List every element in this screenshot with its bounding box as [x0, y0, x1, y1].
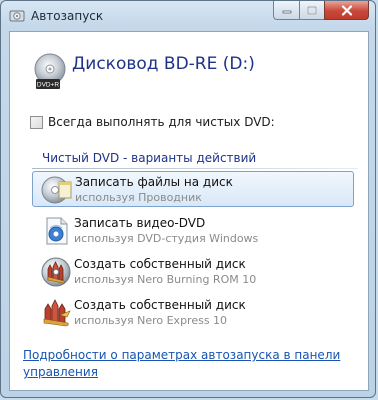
caption-buttons: [273, 1, 369, 21]
action-item-nero-burning-rom[interactable]: Создать собственный диск используя Nero …: [32, 254, 354, 290]
minimize-icon: [282, 10, 291, 14]
action-title: Создать собственный диск: [74, 257, 246, 271]
action-subtitle: используя Nero Express 10: [74, 314, 228, 327]
action-item-video-dvd[interactable]: Записать видео-DVD используя DVD-студия …: [32, 213, 354, 249]
action-subtitle: используя Nero Burning ROM 10: [74, 273, 257, 286]
title-bar[interactable]: Автозапуск: [1, 1, 375, 31]
autoplay-settings-link[interactable]: Подробности о параметрах автозапуска в п…: [23, 347, 353, 381]
minimize-button[interactable]: [273, 1, 299, 20]
autoplay-window: Автозапуск DVD+R Дисковод BD-RE (D:) Все…: [0, 0, 376, 398]
disc-burn-icon: [41, 176, 72, 204]
always-do-checkbox[interactable]: [30, 115, 43, 129]
action-title: Записать файлы на диск: [75, 175, 233, 189]
maximize-button[interactable]: [299, 1, 324, 20]
nero-express-icon: [43, 299, 71, 327]
maximize-icon: [307, 5, 317, 15]
close-icon: [341, 4, 352, 16]
close-button[interactable]: [324, 1, 369, 20]
content-panel: DVD+R Дисковод BD-RE (D:) Всегда выполня…: [9, 31, 369, 391]
bd-re-drive-icon: DVD+R: [34, 53, 66, 89]
always-do-label: Всегда выполнять для чистых DVD:: [48, 115, 275, 129]
section-header: Чистый DVD - варианты действий: [42, 151, 257, 165]
disc-label: DVD+R: [37, 82, 60, 89]
action-subtitle: используя Проводник: [75, 191, 202, 204]
action-subtitle: используя DVD-студия Windows: [74, 232, 259, 245]
nero-burning-rom-icon: [41, 257, 71, 287]
always-do-row[interactable]: Всегда выполнять для чистых DVD:: [30, 115, 275, 129]
action-item-burn-files[interactable]: Записать файлы на диск используя Проводн…: [32, 171, 354, 207]
autoplay-app-icon: [9, 10, 25, 22]
action-title: Записать видео-DVD: [74, 216, 206, 230]
action-item-nero-express[interactable]: Создать собственный диск используя Nero …: [32, 295, 354, 331]
section-divider: [32, 168, 358, 169]
window-title: Автозапуск: [31, 9, 104, 23]
action-title: Создать собственный диск: [74, 298, 246, 312]
dvd-studio-icon: [46, 217, 68, 245]
device-title: Дисковод BD-RE (D:): [72, 54, 255, 74]
